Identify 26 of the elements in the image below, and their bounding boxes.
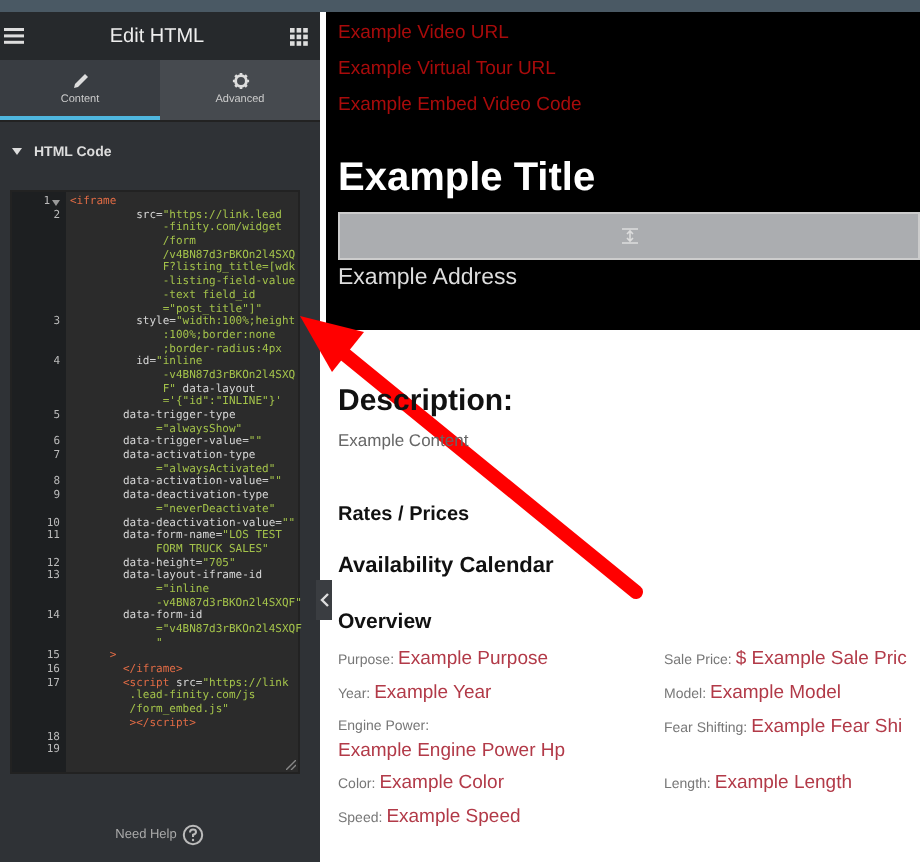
help-icon[interactable] (182, 824, 205, 846)
pencil-icon (71, 71, 89, 89)
grid-icon[interactable] (289, 27, 308, 45)
gear-icon (231, 71, 249, 89)
address-text: Example Address (338, 266, 517, 290)
field-value: Example Fear Shi (751, 716, 903, 738)
caret-icon[interactable] (12, 148, 22, 156)
fold-icon[interactable] (52, 199, 60, 206)
field-value: Example Color (379, 772, 504, 794)
heading: Rates / Prices (338, 504, 472, 526)
page-title: Example Title (338, 154, 596, 204)
code-editor[interactable] (10, 190, 300, 774)
field-value: Example Engine Power Hp (338, 740, 568, 764)
resize-handle-icon[interactable] (286, 760, 296, 770)
field-value: Example Model (710, 682, 841, 704)
field-value: Example Purpose (398, 648, 549, 670)
chevron-left-icon (319, 592, 329, 608)
menu-icon[interactable] (4, 28, 24, 44)
panel-title: Edit HTML (109, 25, 205, 47)
field-value: Example Year (374, 682, 492, 704)
heading: Overview (338, 610, 434, 634)
field-value: $ Example Sale Pric (735, 648, 907, 670)
field-value: Example Speed (386, 806, 521, 828)
collapse-button[interactable] (316, 580, 332, 620)
heading: Availability Calendar (338, 554, 556, 578)
field-value: Example Length (714, 772, 853, 794)
